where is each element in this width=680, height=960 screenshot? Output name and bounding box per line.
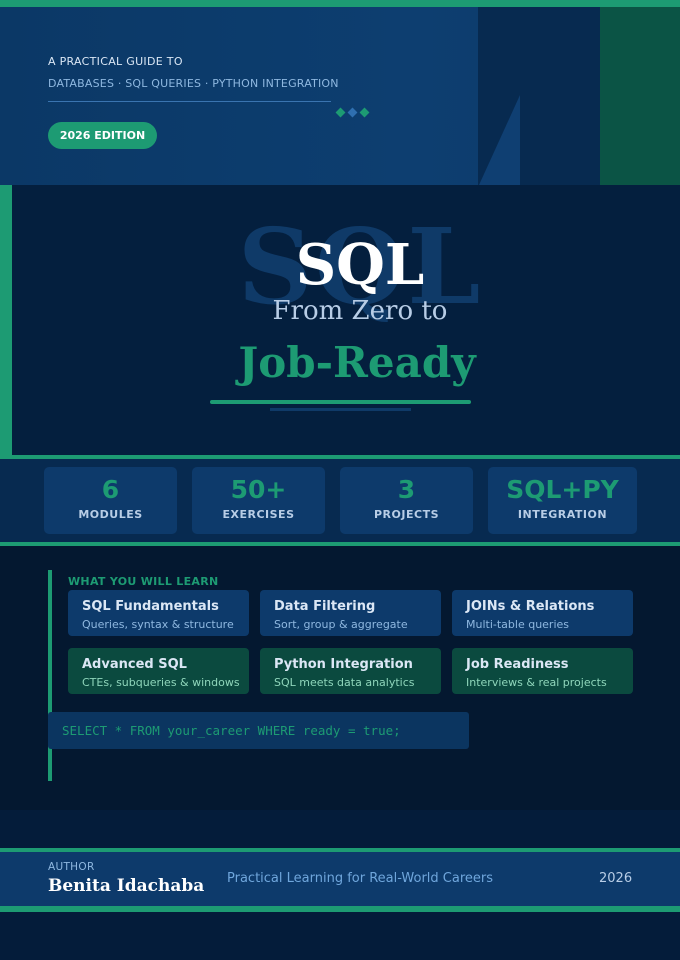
topic-title: Python Integration <box>274 657 413 672</box>
stat-label: MODULES <box>78 508 143 521</box>
topic-subtitle: Queries, syntax & structure <box>82 618 234 631</box>
footer-tagline: Practical Learning for Real-World Career… <box>227 871 494 886</box>
title-underline <box>210 400 471 404</box>
stat-integration: SQL+PY INTEGRATION <box>488 467 637 534</box>
topic-subtitle: SQL meets data analytics <box>274 676 415 689</box>
learn-accent-bar <box>48 570 52 781</box>
topic-title: Job Readiness <box>466 657 569 672</box>
code-snippet: SELECT * FROM your_career WHERE ready = … <box>48 712 469 749</box>
edition-badge: 2026 EDITION <box>48 122 157 149</box>
stat-label: PROJECTS <box>374 508 439 521</box>
topic-title: Data Filtering <box>274 599 376 614</box>
stat-value: 3 <box>397 475 416 504</box>
topic-title: JOINs & Relations <box>466 599 595 614</box>
author-label: AUTHOR <box>48 861 95 873</box>
topic-title: Advanced SQL <box>82 657 187 672</box>
learn-heading: WHAT YOU WILL LEARN <box>68 575 219 588</box>
stat-modules: 6 MODULES <box>44 467 177 534</box>
header-triangle-shape <box>479 95 520 185</box>
topic-subtitle: CTEs, subqueries & windows <box>82 676 240 689</box>
title-underline-secondary <box>270 408 411 411</box>
topic-subtitle: Sort, group & aggregate <box>274 618 408 631</box>
topic-subtitle: Interviews & real projects <box>466 676 607 689</box>
topic-card: SQL Fundamentals Queries, syntax & struc… <box>68 590 249 636</box>
book-subtitle: From Zero to <box>272 296 448 326</box>
header-panel-green <box>600 7 680 185</box>
topic-card: JOINs & Relations Multi-table queries <box>452 590 633 636</box>
stat-value: SQL+PY <box>506 475 619 504</box>
stat-value: 6 <box>101 475 120 504</box>
topic-subtitle: Multi-table queries <box>466 618 570 631</box>
topic-title: SQL Fundamentals <box>82 599 219 614</box>
stat-label: EXERCISES <box>222 508 295 521</box>
footer-year: 2026 <box>599 871 633 886</box>
cover-topics: DATABASES · SQL QUERIES · PYTHON INTEGRA… <box>48 77 339 90</box>
stat-exercises: 50+ EXERCISES <box>192 467 325 534</box>
book-title: SQL <box>295 232 425 298</box>
topic-card: Data Filtering Sort, group & aggregate <box>260 590 441 636</box>
topic-card: Job Readiness Interviews & real projects <box>452 648 633 694</box>
stat-value: 50+ <box>230 475 287 504</box>
topic-card: Advanced SQL CTEs, subqueries & windows <box>68 648 249 694</box>
top-accent-strip <box>0 0 680 7</box>
book-highlight: Job-Ready <box>238 338 476 387</box>
header-divider <box>48 101 331 102</box>
footer-bottom-rule <box>0 906 680 912</box>
topic-card: Python Integration SQL meets data analyt… <box>260 648 441 694</box>
code-text: SELECT * FROM your_career WHERE ready = … <box>62 723 401 738</box>
cover-kicker: A PRACTICAL GUIDE TO <box>48 55 183 68</box>
author-name: Benita Idachaba <box>48 876 205 896</box>
stat-label: INTEGRATION <box>517 508 608 521</box>
stat-projects: 3 PROJECTS <box>340 467 473 534</box>
